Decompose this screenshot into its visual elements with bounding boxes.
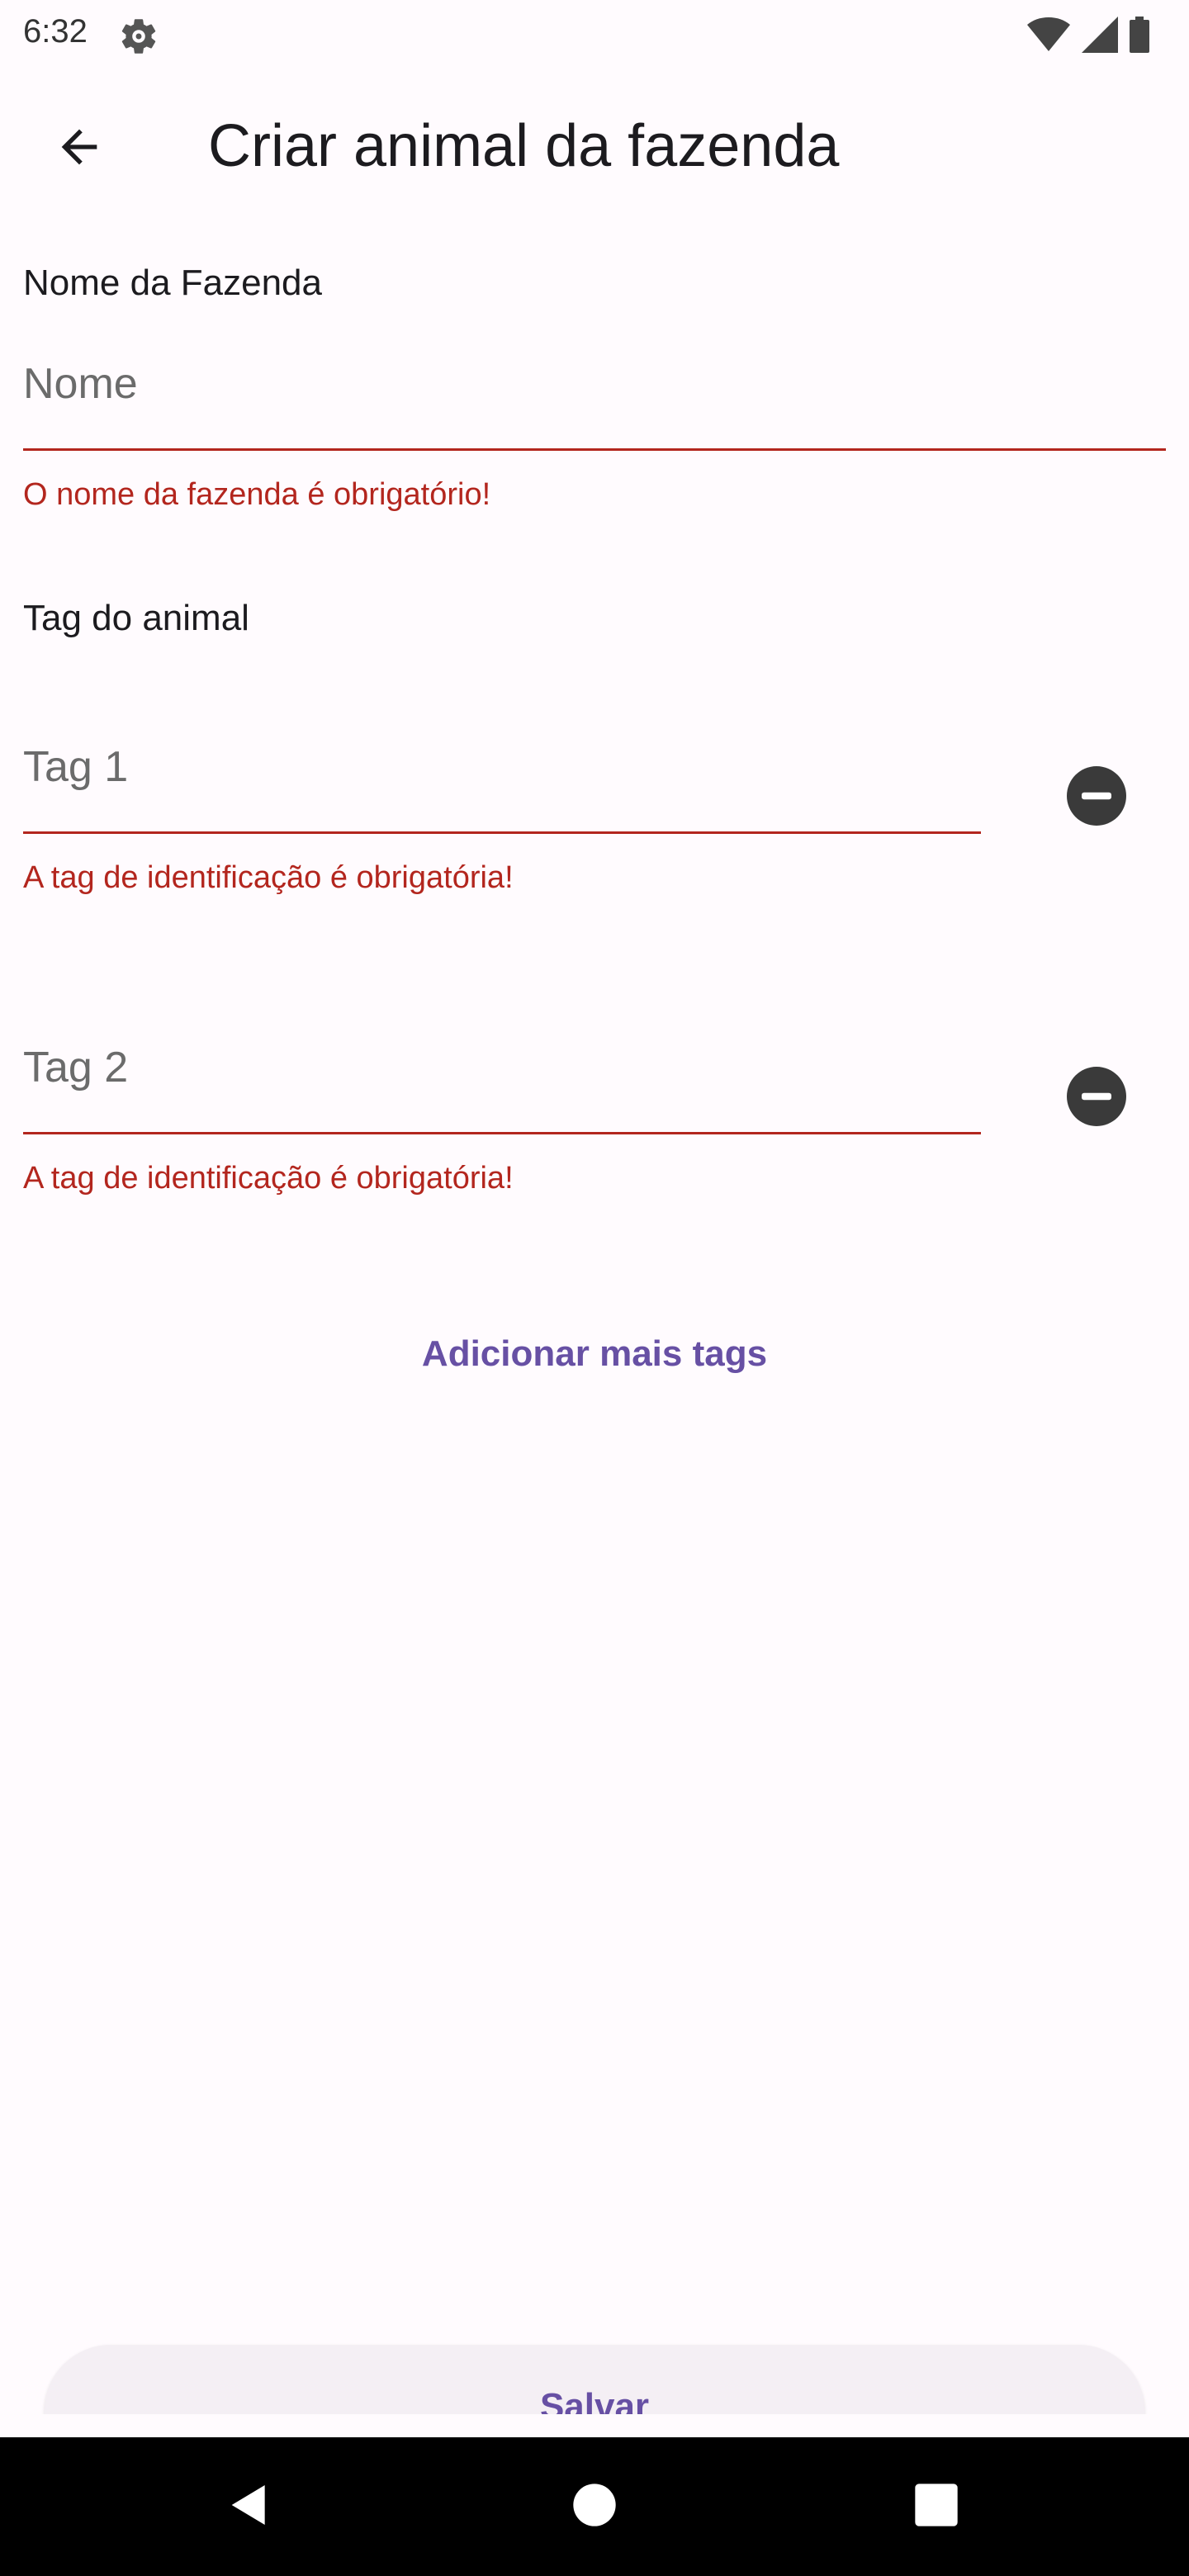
farm-name-label: Nome da Fazenda	[23, 263, 322, 303]
tags-label: Tag do animal	[23, 598, 249, 638]
add-more-tags-button[interactable]: Adicionar mais tags	[347, 1321, 842, 1387]
save-button[interactable]: Salvar	[45, 2345, 1144, 2414]
remove-tag-1-button[interactable]	[1067, 765, 1126, 830]
screen: 6:32 Criar animal da fazenda Nome da Faz…	[0, 0, 1189, 2576]
status-time: 6:32	[23, 13, 88, 50]
nav-back-button[interactable]	[216, 2474, 282, 2540]
tag-underline-1	[23, 831, 981, 834]
tag-field-1	[23, 730, 981, 834]
battery-icon	[1130, 16, 1149, 57]
home-circle-icon	[571, 2482, 618, 2532]
status-bar: 6:32	[0, 0, 1189, 69]
tag-input-1[interactable]	[23, 730, 981, 804]
farm-name-error: O nome da fazenda é obrigatório!	[23, 477, 491, 512]
back-button[interactable]	[40, 109, 119, 188]
nav-home-button[interactable]	[561, 2474, 628, 2540]
remove-tag-2-button[interactable]	[1067, 1066, 1126, 1130]
farm-name-underline	[23, 448, 1166, 451]
nav-recents-button[interactable]	[903, 2474, 969, 2540]
recents-square-icon	[913, 2482, 959, 2532]
arrow-back-icon	[53, 121, 106, 178]
remove-circle-icon	[1067, 765, 1126, 830]
tag-error-1: A tag de identificação é obrigatória!	[23, 860, 514, 895]
status-icons	[1027, 15, 1149, 58]
page-title: Criar animal da fazenda	[208, 113, 840, 179]
gear-icon	[117, 15, 160, 58]
navigation-bar	[0, 2437, 1189, 2576]
signal-icon	[1082, 16, 1118, 57]
tag-input-2[interactable]	[23, 1030, 981, 1105]
back-triangle-icon	[223, 2479, 276, 2536]
farm-name-input[interactable]	[23, 347, 1166, 421]
tag-field-2	[23, 1030, 981, 1134]
wifi-icon	[1027, 17, 1070, 57]
tag-error-2: A tag de identificação é obrigatória!	[23, 1161, 514, 1196]
app-bar: Criar animal da fazenda	[0, 79, 1189, 218]
save-button-container: Salvar	[0, 2328, 1189, 2414]
farm-name-field	[23, 347, 1166, 451]
remove-circle-icon	[1067, 1066, 1126, 1130]
tag-underline-2	[23, 1132, 981, 1134]
save-button-label: Salvar	[539, 2386, 650, 2414]
